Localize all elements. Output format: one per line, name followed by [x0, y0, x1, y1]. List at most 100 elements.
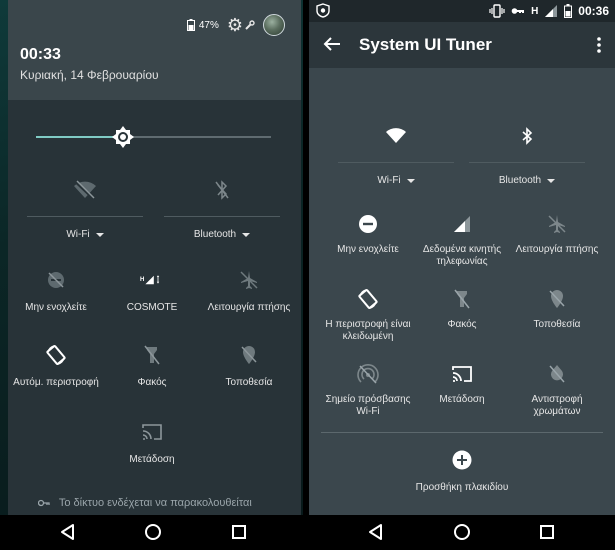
- tile-label: Μην ενοχλείτε: [25, 302, 87, 313]
- back-arrow-icon[interactable]: [323, 36, 341, 52]
- battery-percent: 47%: [198, 19, 219, 31]
- tile-flashlight[interactable]: Φακός: [112, 343, 192, 389]
- recents-icon[interactable]: [537, 522, 557, 542]
- tile-cast[interactable]: Μετάδοση: [112, 420, 192, 466]
- tile-airplane-mode[interactable]: Λειτουργία πτήσης: [509, 212, 605, 256]
- tile-flashlight[interactable]: Φακός: [417, 287, 507, 331]
- brightness-slider[interactable]: [36, 126, 271, 148]
- page-title: System UI Tuner: [359, 35, 492, 54]
- bluetooth-label[interactable]: Bluetooth: [194, 229, 251, 240]
- do-not-disturb-off-icon: [44, 268, 68, 292]
- tile-label: Μετάδοση: [439, 394, 485, 405]
- navigation-bar: [0, 515, 615, 550]
- tile-location[interactable]: Τοποθεσία: [509, 287, 605, 331]
- tile-label: Τοποθεσία: [225, 377, 273, 388]
- tile-rotation-lock[interactable]: Η περιστροφή είναι κλειδωμένη: [319, 287, 417, 343]
- auto-rotate-icon: [44, 343, 68, 367]
- footer-text: Το δίκτυο ενδέχεται να παρακολουθείται: [58, 497, 252, 509]
- bluetooth-label[interactable]: Bluetooth: [499, 175, 556, 186]
- wifi-off-icon: [73, 178, 97, 202]
- recents-icon[interactable]: [229, 522, 249, 542]
- chevron-down-icon: [547, 178, 556, 183]
- tile-cast[interactable]: Μετάδοση: [417, 362, 507, 406]
- tile-divider: [469, 162, 585, 163]
- status-bar: H 00:36: [309, 0, 615, 22]
- bluetooth-tile[interactable]: Bluetooth: [469, 124, 585, 186]
- bluetooth-off-icon: [210, 178, 234, 202]
- add-circle-icon: [450, 448, 474, 472]
- flashlight-off-icon: [450, 287, 474, 311]
- chevron-down-icon: [95, 232, 104, 237]
- slider-fill: [36, 136, 123, 138]
- wifi-label[interactable]: Wi-Fi: [66, 229, 104, 240]
- cell-signal-icon: [545, 5, 558, 17]
- user-avatar[interactable]: [263, 14, 285, 36]
- cast-icon: [140, 420, 164, 444]
- rotation-lock-icon: [356, 287, 380, 311]
- tile-invert-colors[interactable]: Αντιστροφή χρωμάτων: [509, 362, 605, 418]
- bluetooth-tile[interactable]: Bluetooth: [164, 178, 280, 240]
- tile-do-not-disturb[interactable]: Μην ενοχλείτε: [323, 212, 413, 256]
- tile-divider: [338, 162, 454, 163]
- cast-icon: [450, 362, 474, 386]
- wifi-tile[interactable]: Wi-Fi: [27, 178, 143, 240]
- status-clock: 00:36: [578, 4, 609, 18]
- chevron-down-icon: [406, 178, 415, 183]
- status-icons: H 00:36: [489, 2, 609, 20]
- app-bar: System UI Tuner: [309, 22, 615, 68]
- tile-mobile-data[interactable]: Δεδομένα κινητής τηλεφωνίας: [417, 212, 507, 268]
- wifi-tile[interactable]: Wi-Fi: [338, 124, 454, 186]
- quick-settings-screen: 47% ⚙ 00:33 Κυριακή, 14 Φεβρουαρίου Wi-F…: [0, 0, 303, 515]
- back-icon[interactable]: [366, 522, 386, 542]
- tile-label: Προσθήκη πλακιδίου: [415, 482, 509, 493]
- svg-text:H: H: [140, 277, 144, 283]
- tile-label: Δεδομένα κινητής τηλεφωνίας: [422, 244, 502, 267]
- tile-do-not-disturb[interactable]: Μην ενοχλείτε: [16, 268, 96, 314]
- invert-colors-icon: [545, 362, 569, 386]
- tile-label: Τοποθεσία: [533, 319, 581, 330]
- clock: 00:33: [20, 46, 61, 63]
- location-off-icon: [545, 287, 569, 311]
- header-status-icons: 47% ⚙: [186, 14, 285, 36]
- add-tile-button[interactable]: Προσθήκη πλακιδίου: [407, 448, 517, 494]
- brightness-icon[interactable]: [111, 126, 134, 148]
- system-ui-tuner-screen: H 00:36 System UI Tuner Wi-Fi Bluetooth: [309, 0, 615, 515]
- network-monitoring-notice[interactable]: Το δίκτυο ενδέχεται να παρακολουθείται: [37, 497, 252, 509]
- tile-label: Φακός: [137, 377, 167, 388]
- tile-label: COSMOTE: [126, 302, 178, 313]
- back-icon[interactable]: [58, 522, 78, 542]
- tiles-divider: [321, 432, 603, 433]
- key-icon: [37, 499, 50, 507]
- tile-label: Σημείο πρόσβασης Wi-Fi: [325, 394, 411, 417]
- tile-location[interactable]: Τοποθεσία: [209, 343, 289, 389]
- tile-label: Αντιστροφή χρωμάτων: [531, 394, 583, 417]
- date: Κυριακή, 14 Φεβρουαρίου: [20, 68, 159, 82]
- tile-label: Λειτουργία πτήσης: [515, 244, 599, 255]
- wifi-label[interactable]: Wi-Fi: [377, 175, 415, 186]
- tile-divider: [27, 216, 143, 217]
- settings-gear-icon[interactable]: ⚙: [227, 16, 243, 34]
- tile-divider: [164, 216, 280, 217]
- do-not-disturb-icon: [356, 212, 380, 236]
- airplane-icon: [237, 268, 261, 292]
- tile-wifi-hotspot[interactable]: Σημείο πρόσβασης Wi-Fi: [323, 362, 413, 418]
- battery-icon: [186, 19, 195, 31]
- tile-label: Η περιστροφή είναι κλειδωμένη: [325, 319, 411, 342]
- tile-auto-rotate[interactable]: Αυτόμ. περιστροφή: [11, 343, 101, 389]
- battery-indicator: 47%: [186, 19, 219, 31]
- shield-icon: [316, 3, 330, 18]
- home-icon[interactable]: [143, 522, 163, 542]
- tile-airplane-mode[interactable]: Λειτουργία πτήσης: [203, 268, 295, 314]
- location-off-icon: [237, 343, 261, 367]
- tile-cosmote[interactable]: H COSMOTE: [112, 268, 192, 314]
- network-type: H: [531, 5, 539, 17]
- tile-label: Μην ενοχλείτε: [337, 244, 399, 255]
- tile-label: Φακός: [447, 319, 477, 330]
- flashlight-off-icon: [140, 343, 164, 367]
- hotspot-icon: [356, 362, 380, 386]
- vibrate-icon: [489, 4, 505, 18]
- more-options-icon[interactable]: [597, 37, 601, 53]
- wifi-icon: [384, 124, 408, 148]
- home-icon[interactable]: [452, 522, 472, 542]
- airplane-icon: [545, 212, 569, 236]
